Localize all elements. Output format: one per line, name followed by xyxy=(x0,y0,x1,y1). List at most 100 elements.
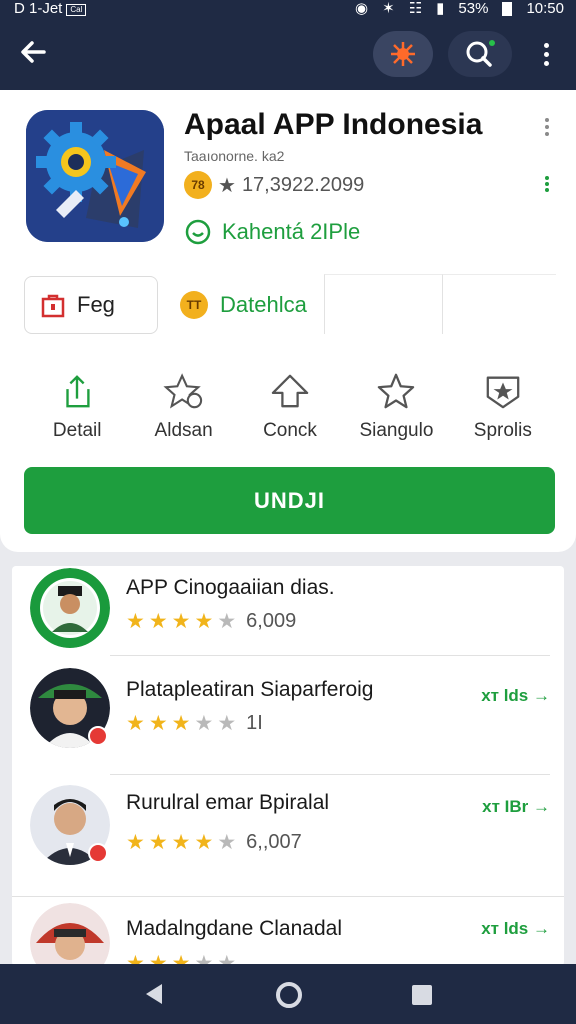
bluetooth-icon: ✶ xyxy=(382,0,395,17)
app-title: Apaal APP Indonesia xyxy=(184,108,483,141)
star-icon: ★ xyxy=(148,831,168,854)
flag-label: Feg xyxy=(77,292,115,317)
list-item-count: 1I xyxy=(246,712,263,734)
star-icon: ★ xyxy=(171,831,191,854)
chip-empty-2 xyxy=(442,274,556,334)
star-icon: ★ xyxy=(194,610,214,633)
category-link[interactable]: Kahentá 2IPle xyxy=(184,218,360,246)
search-button[interactable] xyxy=(448,31,512,77)
list-item[interactable]: Rurulral emar Bpiralal ★ ★ ★ ★ ★ 6,,007 хт I… xyxy=(12,775,564,893)
download-button[interactable]: UNDJI xyxy=(24,467,555,534)
status-left: D 1-Jet Cal xyxy=(14,0,87,18)
list-item-action[interactable]: хт lds → xyxy=(481,919,550,939)
battery-icon xyxy=(502,2,513,16)
star-icon: ★ xyxy=(217,712,237,735)
list-item-action-label: хт lds xyxy=(481,919,529,938)
list-item[interactable]: Madalngdane Clanadal ★ ★ ★ ★ ★ хт lds → xyxy=(12,897,564,966)
action-sprolis[interactable]: Sprolis xyxy=(450,372,556,442)
list-item-action-label: хт IBr xyxy=(482,797,529,816)
list-item-action[interactable]: хт lds → xyxy=(481,686,550,706)
star-badge-icon xyxy=(486,376,520,409)
star-icon: ★ xyxy=(126,712,145,735)
list-item-name: Platapleatiran Siaparferoig xyxy=(126,678,374,701)
spark-button[interactable] xyxy=(373,31,433,77)
action-label: Sprolis xyxy=(473,420,532,441)
chevron-right-icon: → xyxy=(533,919,550,938)
list-item-name: Rurulral emar Bpiralal xyxy=(126,791,330,814)
signal-icon: ▮ xyxy=(436,0,445,17)
list-item-rating: ★ ★ ★ ★ ★ 1I xyxy=(126,712,263,735)
star-add-icon xyxy=(163,373,202,409)
back-arrow-icon[interactable] xyxy=(18,36,58,72)
action-siangulo[interactable]: Siangulo xyxy=(343,372,449,442)
developer-chip-label: Datehlca xyxy=(220,292,307,317)
list-item-rating: ★ ★ ★ ★ ★ 6,,007 xyxy=(126,831,302,854)
chevron-right-icon: → xyxy=(533,686,550,705)
developer-badge-icon: TT xyxy=(180,291,208,319)
up-arrow-icon xyxy=(271,374,309,408)
action-detail[interactable]: Detail xyxy=(24,372,130,442)
app-bar xyxy=(0,18,576,90)
action-label: Detail xyxy=(52,420,102,441)
list-item[interactable]: Platapleatiran Siaparferoig ★ ★ ★ ★ ★ 1I хт … xyxy=(12,656,564,774)
flag-chip[interactable]: Feg xyxy=(24,276,158,334)
star-icon: ★ xyxy=(126,610,145,633)
badge-icon xyxy=(88,726,108,746)
spark-icon xyxy=(391,42,415,66)
avatar xyxy=(30,903,110,966)
action-aldsan[interactable]: Aldsan xyxy=(130,372,236,442)
list-item-action[interactable]: хт IBr → xyxy=(482,797,550,817)
rating-row: 78 ★ 17,3922.2099 xyxy=(184,170,364,200)
nav-back-icon[interactable] xyxy=(146,984,162,1004)
share-icon xyxy=(66,375,90,408)
star-outline-icon xyxy=(378,373,415,409)
action-label: Siangulo xyxy=(359,420,434,441)
rating-badge: 78 xyxy=(184,171,212,199)
rating-count: 17,3922.2099 xyxy=(241,173,365,196)
action-label: Aldsan xyxy=(154,420,213,441)
related-apps-list: APP Cinogaaiian dias. ★ ★ ★ ★ ★ 6,009 Platap… xyxy=(12,566,564,966)
star-icon: ★ xyxy=(148,712,168,735)
developer-name[interactable]: Taaıonorne. ka2 xyxy=(184,148,284,164)
app-icon xyxy=(26,110,164,242)
chevron-right-icon: → xyxy=(533,797,550,816)
more-vert-icon[interactable] xyxy=(532,36,560,72)
action-label: Conck xyxy=(263,420,317,441)
bag-icon xyxy=(41,294,65,318)
action-row: Detail Aldsan Conck Siangulo Sprolis xyxy=(24,372,556,442)
app-header-card: Apaal APP Indonesia Taaıonorne. ka2 78 ★… xyxy=(0,90,576,552)
list-item-action-label: хт lds xyxy=(481,686,529,705)
list-item-rating: ★ ★ ★ ★ ★ 6,009 xyxy=(126,610,296,633)
star-icon: ★ xyxy=(194,712,214,735)
star-icon: ★ xyxy=(171,610,191,633)
list-item[interactable]: APP Cinogaaiian dias. ★ ★ ★ ★ ★ 6,009 xyxy=(12,566,564,656)
list-item-count: 6,,007 xyxy=(246,831,302,853)
action-conck[interactable]: Conck xyxy=(237,372,343,442)
battery-text: 53% xyxy=(458,0,489,17)
chat-icon xyxy=(185,219,211,245)
star-icon: ★ xyxy=(217,831,237,854)
navigation-bar xyxy=(0,964,576,1024)
list-item-name: Madalngdane Clanadal xyxy=(126,917,342,940)
star-icon: ★ xyxy=(218,174,236,197)
nav-home-icon[interactable] xyxy=(276,982,302,1008)
star-icon: ★ xyxy=(126,831,145,854)
search-icon xyxy=(466,40,495,67)
star-icon: ★ xyxy=(171,712,191,735)
calendar-icon: Cal xyxy=(66,4,87,16)
category-label: Kahentá 2IPle xyxy=(222,219,361,244)
status-left-text: D 1-Jet xyxy=(14,0,63,17)
clock: 10:50 xyxy=(526,0,564,17)
badge-icon xyxy=(88,843,108,863)
options-icon[interactable] xyxy=(543,176,551,196)
developer-chip[interactable]: TT Datehlca xyxy=(174,276,324,334)
star-icon: ★ xyxy=(194,831,214,854)
status-right: ◉ ✶ ☷ ▮ 53% 10:50 xyxy=(355,0,564,18)
star-icon: ★ xyxy=(217,610,237,633)
nav-recents-icon[interactable] xyxy=(412,985,432,1005)
info-chips: Feg TT Datehlca xyxy=(24,274,556,334)
avatar xyxy=(30,568,110,648)
chip-empty-1 xyxy=(324,274,442,334)
title-more-icon[interactable] xyxy=(540,118,554,140)
wifi-icon: ☷ xyxy=(408,0,423,17)
